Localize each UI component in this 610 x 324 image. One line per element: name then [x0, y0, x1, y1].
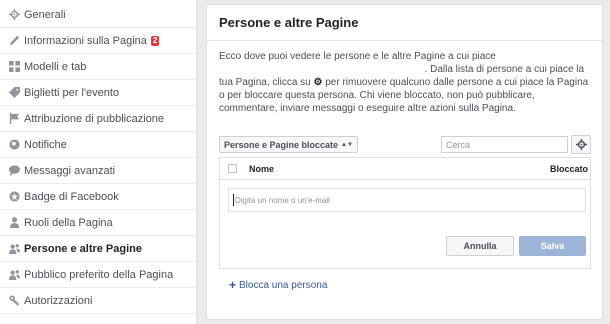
plus-icon: +: [229, 278, 237, 292]
sidebar-item-label: Attribuzione di pubblicazione: [24, 112, 165, 125]
sidebar-item-label: Persone e altre Pagine: [24, 242, 142, 255]
sidebar-item-attribuzione[interactable]: Attribuzione di pubblicazione: [0, 106, 197, 132]
sidebar-item-label: Notifiche: [24, 138, 67, 151]
gear-icon: ⚙: [313, 77, 323, 88]
chat-bubble-icon: [8, 165, 20, 177]
sidebar-item-ruoli[interactable]: Ruoli della Pagina: [0, 210, 197, 236]
sidebar-item-autorizzazioni[interactable]: Autorizzazioni: [0, 288, 197, 314]
tag-icon: [8, 87, 20, 99]
people-and-pages-panel: Persone e altre Pagine Ecco dove puoi ve…: [206, 4, 603, 320]
pencil-icon: [8, 35, 20, 47]
description-text: Ecco dove puoi vedere le persone e le al…: [219, 50, 593, 115]
sidebar-item-label: Biglietti per l'evento: [24, 86, 120, 99]
sidebar-item-informazioni[interactable]: Informazioni sulla Pagina 2: [0, 28, 197, 54]
chevron-updown-icon: ▲▼: [341, 141, 353, 148]
page-title: Persone e altre Pagine: [219, 15, 359, 30]
text-cursor: [233, 194, 234, 206]
description-part1: Ecco dove puoi vedere le persone e le al…: [219, 51, 496, 62]
gear-icon: [575, 139, 587, 150]
flag-icon: [8, 113, 20, 125]
sidebar-item-messaggi[interactable]: Messaggi avanzati: [0, 158, 197, 184]
sidebar-item-pubblico[interactable]: Pubblico preferito della Pagina: [0, 262, 197, 288]
filter-dropdown-label: Persone e Pagine bloccate: [224, 139, 339, 150]
table-header: Nome Bloccato: [220, 158, 590, 180]
search-input[interactable]: Cerca: [441, 136, 568, 153]
people-icon: [8, 243, 20, 255]
sidebar-item-generali[interactable]: Generali: [0, 2, 197, 28]
people-icon: [8, 269, 20, 281]
globe-icon: [8, 139, 20, 151]
cancel-button[interactable]: Annulla: [446, 236, 514, 256]
blocked-people-table: Nome Bloccato Digita un nome o un'e-mail…: [219, 157, 591, 269]
sidebar-item-label: Modelli e tab: [24, 60, 87, 73]
name-or-email-input[interactable]: Digita un nome o un'e-mail: [228, 188, 586, 212]
wrench-icon: [8, 295, 20, 307]
select-all-checkbox[interactable]: [228, 164, 237, 173]
person-icon: [8, 217, 20, 229]
divider: [207, 40, 602, 41]
settings-button[interactable]: [571, 135, 591, 154]
sidebar-item-persone[interactable]: Persone e altre Pagine: [0, 236, 197, 262]
star-icon: [8, 191, 20, 203]
sidebar-item-label: Informazioni sulla Pagina: [24, 34, 147, 47]
sidebar-item-label: Pubblico preferito della Pagina: [24, 268, 174, 281]
sidebar-item-label: Messaggi avanzati: [24, 164, 116, 177]
sidebar-item-modelli[interactable]: Modelli e tab: [0, 54, 197, 80]
sidebar-item-label: Generali: [24, 8, 66, 21]
column-header-blocked: Bloccato: [550, 163, 589, 174]
settings-sidebar: Generali Informazioni sulla Pagina 2 Mod…: [0, 0, 197, 324]
sidebar-item-label: Ruoli della Pagina: [24, 216, 113, 229]
column-header-name: Nome: [249, 163, 275, 174]
sidebar-item-label: Autorizzazioni: [24, 294, 93, 307]
name-input-placeholder: Digita un nome o un'e-mail: [235, 195, 330, 205]
filter-dropdown[interactable]: Persone e Pagine bloccate ▲▼: [219, 136, 358, 153]
sidebar-item-biglietti[interactable]: Biglietti per l'evento: [0, 80, 197, 106]
sidebar-item-notifiche[interactable]: Notifiche: [0, 132, 197, 158]
gear-icon: [8, 9, 20, 21]
sidebar-item-badge[interactable]: Badge di Facebook: [0, 184, 197, 210]
notification-badge: 2: [150, 35, 160, 46]
block-person-link[interactable]: + Blocca una persona: [229, 278, 327, 292]
grid-icon: [8, 61, 20, 73]
sidebar-item-label: Badge di Facebook: [24, 190, 119, 203]
block-person-label: Blocca una persona: [239, 279, 328, 291]
save-button[interactable]: Salva: [519, 236, 586, 256]
